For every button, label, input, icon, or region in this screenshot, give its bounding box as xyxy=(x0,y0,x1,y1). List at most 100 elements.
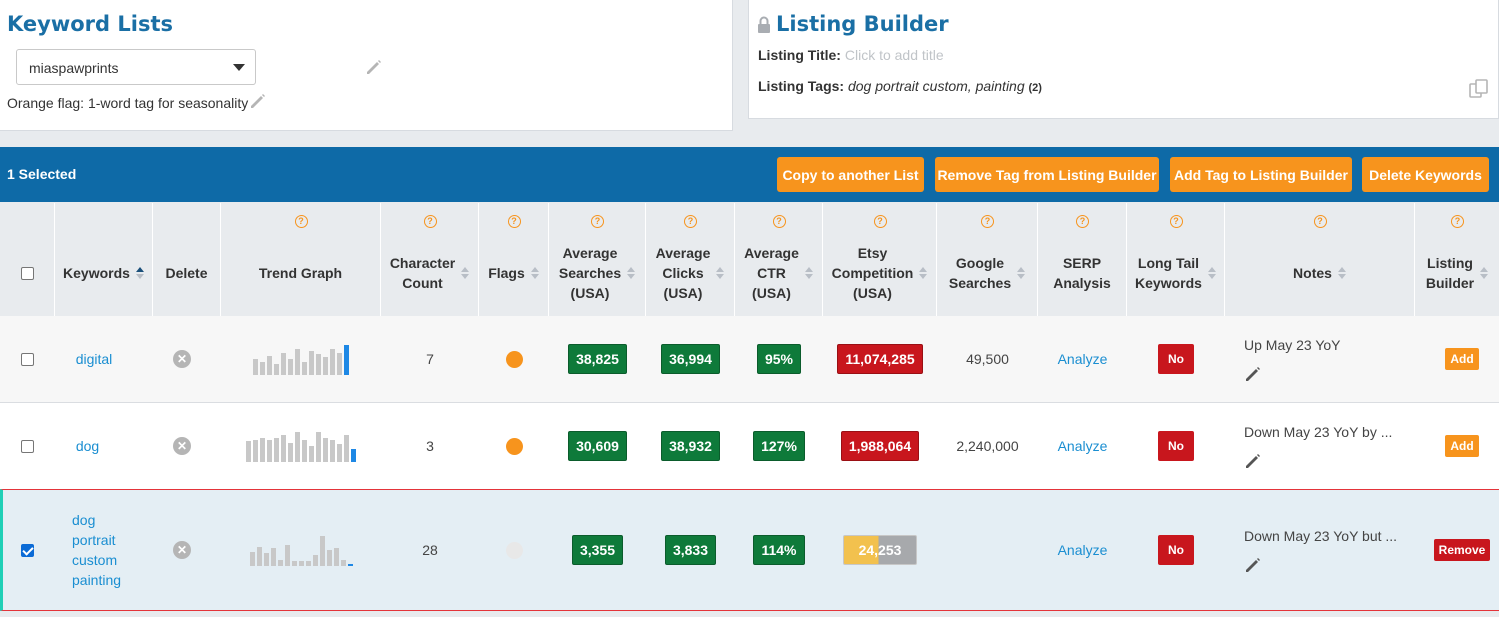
serp-header: ? SERP Analysis xyxy=(1038,203,1127,316)
trend-bar xyxy=(253,359,258,375)
help-icon[interactable]: ? xyxy=(981,215,994,228)
help-icon[interactable]: ? xyxy=(1076,215,1089,228)
add-tag-button[interactable]: Add Tag to Listing Builder xyxy=(1170,157,1352,192)
row-checkbox-checked[interactable] xyxy=(21,543,34,557)
trend-bar xyxy=(302,362,307,375)
edit-note-pencil-icon[interactable] xyxy=(1244,556,1262,574)
analyze-link[interactable]: Analyze xyxy=(1058,351,1108,367)
keyword-lists-panel: Keyword Lists miaspawprints Orange flag:… xyxy=(0,0,733,131)
flags-header[interactable]: ? Flags xyxy=(479,203,549,316)
lb-line2: Builder xyxy=(1425,275,1475,291)
sort-icon[interactable] xyxy=(1017,267,1026,279)
delete-keywords-button[interactable]: Delete Keywords xyxy=(1362,157,1489,192)
lb-line1: Listing xyxy=(1427,255,1473,271)
avg-searches-line3: (USA) xyxy=(570,285,610,301)
copy-to-list-button[interactable]: Copy to another List xyxy=(777,157,924,192)
delete-icon[interactable]: ✕ xyxy=(173,437,191,455)
help-icon[interactable]: ? xyxy=(684,215,697,228)
etsy-competition-badge: 24,253 xyxy=(843,535,917,565)
keywords-header[interactable]: Keywords xyxy=(55,203,153,316)
avg-clicks-header[interactable]: ? Average Clicks (USA) xyxy=(646,203,735,316)
avg-clicks-badge: 36,994 xyxy=(661,344,720,374)
help-icon[interactable]: ? xyxy=(1451,215,1464,228)
remove-tag-button[interactable]: Remove Tag from Listing Builder xyxy=(935,157,1159,192)
copy-icon[interactable] xyxy=(1468,78,1490,100)
sort-icon[interactable] xyxy=(1207,267,1216,279)
listing-builder-header[interactable]: ? Listing Builder xyxy=(1415,203,1499,316)
orange-flag-icon xyxy=(505,350,523,368)
trend-bar xyxy=(298,561,304,566)
listing-title-placeholder[interactable]: Click to add title xyxy=(845,47,944,63)
notes-header[interactable]: ? Notes xyxy=(1225,203,1415,316)
etsy-competition-header[interactable]: ? Etsy Competition (USA) xyxy=(823,203,937,316)
avg-clicks-badge: 38,932 xyxy=(661,431,720,461)
edit-note-pencil-icon[interactable] xyxy=(1244,452,1262,470)
sort-icon[interactable] xyxy=(919,267,928,279)
list-note: Orange flag: 1-word tag for seasonality xyxy=(7,95,248,111)
select-all-checkbox[interactable] xyxy=(20,266,34,280)
add-to-listing-button[interactable]: Add xyxy=(1445,435,1479,457)
trend-bar xyxy=(323,438,328,462)
trend-bar xyxy=(260,362,265,375)
keyword-link[interactable]: dog xyxy=(76,436,99,456)
trend-bar xyxy=(274,364,279,375)
sort-icon[interactable] xyxy=(627,267,636,279)
sort-icon[interactable] xyxy=(1480,267,1489,279)
avg-searches-line2: Searches xyxy=(558,265,622,281)
delete-icon[interactable]: ✕ xyxy=(173,350,191,368)
keyword-link[interactable]: digital xyxy=(76,349,113,369)
row-checkbox[interactable] xyxy=(21,439,34,453)
sort-icon[interactable] xyxy=(530,267,539,279)
google-line1: Google xyxy=(955,255,1005,271)
help-icon[interactable]: ? xyxy=(1313,215,1327,228)
long-tail-badge[interactable]: No xyxy=(1158,431,1194,461)
analyze-link[interactable]: Analyze xyxy=(1058,542,1108,558)
sort-icon[interactable] xyxy=(716,267,725,279)
help-icon[interactable]: ? xyxy=(772,215,786,228)
avg-ctr-badge: 114% xyxy=(753,535,805,565)
row-checkbox[interactable] xyxy=(21,352,34,366)
help-icon[interactable]: ? xyxy=(873,215,887,228)
notes-cell[interactable]: Down May 23 YoY but ... xyxy=(1225,490,1415,610)
notes-header-label: Notes xyxy=(1293,265,1332,281)
avg-ctr-header[interactable]: ? Average CTR (USA) xyxy=(735,203,823,316)
remove-from-listing-button[interactable]: Remove xyxy=(1433,539,1491,561)
sort-icon[interactable] xyxy=(461,267,470,279)
notes-cell[interactable]: Down May 23 YoY by ... xyxy=(1225,403,1415,489)
keywords-header-label: Keywords xyxy=(63,265,130,281)
edit-note-pencil-icon[interactable] xyxy=(249,92,267,110)
notes-cell[interactable]: Up May 23 YoY xyxy=(1225,316,1415,402)
long-tail-badge[interactable]: No xyxy=(1158,535,1194,565)
google-searches-header[interactable]: ? Google Searches xyxy=(937,203,1038,316)
keyword-list-select[interactable]: miaspawprints xyxy=(16,49,256,85)
help-icon[interactable]: ? xyxy=(1169,215,1183,228)
char-count-header[interactable]: ? Character Count xyxy=(381,203,479,316)
trend-graph xyxy=(253,343,349,375)
help-icon[interactable]: ? xyxy=(507,215,521,228)
avg-searches-header[interactable]: ? Average Searches (USA) xyxy=(549,203,646,316)
edit-list-pencil-icon[interactable] xyxy=(365,58,383,76)
trend-bar xyxy=(288,359,293,375)
sort-asc-icon[interactable] xyxy=(135,267,144,279)
avg-clicks-badge: 3,833 xyxy=(664,535,717,565)
sort-icon[interactable] xyxy=(804,267,813,279)
keyword-list-select-value: miaspawprints xyxy=(29,60,119,76)
edit-note-pencil-icon[interactable] xyxy=(1244,365,1262,383)
trend-bar xyxy=(291,561,297,566)
help-icon[interactable]: ? xyxy=(423,215,437,228)
long-tail-badge[interactable]: No xyxy=(1158,344,1194,374)
help-icon[interactable]: ? xyxy=(591,215,604,228)
long-tail-header[interactable]: ? Long Tail Keywords xyxy=(1127,203,1225,316)
help-icon[interactable]: ? xyxy=(294,215,308,228)
delete-icon[interactable]: ✕ xyxy=(173,541,191,559)
analyze-link[interactable]: Analyze xyxy=(1058,438,1108,454)
sort-icon[interactable] xyxy=(1337,267,1346,279)
listing-title-row: Listing Title: Click to add title xyxy=(758,47,944,63)
add-to-listing-button[interactable]: Add xyxy=(1445,348,1479,370)
keyword-link[interactable]: dog portrait custom painting xyxy=(72,510,121,590)
trend-bar xyxy=(326,550,332,566)
trend-bar xyxy=(249,552,255,566)
trend-bar xyxy=(281,353,286,375)
listing-tags-row: Listing Tags: dog portrait custom, paint… xyxy=(758,78,1042,94)
trend-bar xyxy=(305,561,311,566)
